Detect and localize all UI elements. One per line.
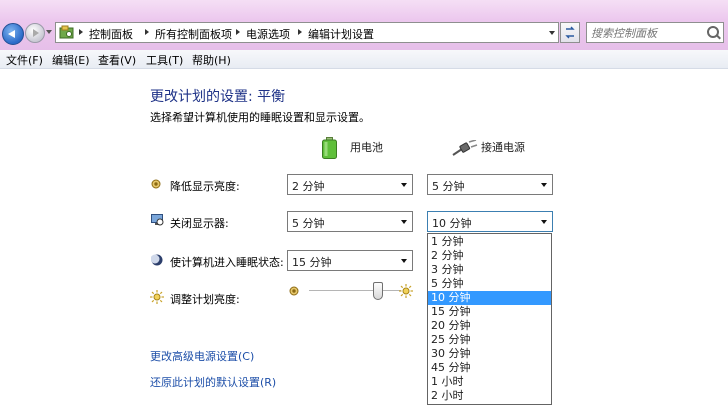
address-dropdown-icon[interactable] (549, 31, 555, 35)
menu-tools[interactable]: 工具(T) (146, 52, 183, 68)
refresh-icon (565, 26, 575, 39)
chevron-down-icon (541, 183, 547, 187)
search-icon[interactable] (707, 26, 719, 38)
moon-sleep-icon (151, 254, 163, 266)
dropdown-option-selected[interactable]: 10 分钟 (428, 291, 551, 305)
breadcrumb-edit-plan[interactable]: 编辑计划设置 (308, 26, 374, 42)
dropdown-option[interactable]: 2 分钟 (428, 249, 551, 263)
page-title: 更改计划的设置: 平衡 (150, 89, 286, 105)
turn-off-display-battery-select[interactable]: 5 分钟 (287, 211, 413, 232)
history-dropdown-icon[interactable] (46, 30, 52, 34)
turn-off-display-label: 关闭显示器: (170, 217, 229, 230)
dropdown-option[interactable]: 20 分钟 (428, 319, 551, 333)
power-plug-icon (452, 140, 478, 156)
menu-file[interactable]: 文件(F) (6, 52, 43, 68)
breadcrumb-separator-icon[interactable] (298, 29, 302, 35)
dim-brightness-icon (151, 179, 161, 189)
control-panel-icon (59, 25, 74, 39)
sleep-battery-select[interactable]: 15 分钟 (287, 250, 413, 271)
breadcrumb-separator-icon[interactable] (145, 29, 149, 35)
chevron-down-icon (401, 220, 407, 224)
chevron-down-icon (401, 183, 407, 187)
address-bar[interactable]: 控制面板 所有控制面板项 电源选项 编辑计划设置 (55, 22, 559, 43)
menu-help[interactable]: 帮助(H) (192, 52, 231, 68)
restore-defaults-link[interactable]: 还原此计划的默认设置(R) (150, 374, 276, 390)
menu-view[interactable]: 查看(V) (98, 52, 136, 68)
menu-edit[interactable]: 编辑(E) (52, 52, 90, 68)
advanced-power-settings-link[interactable]: 更改高级电源设置(C) (150, 348, 254, 364)
sleep-label: 使计算机进入睡眠状态: (170, 256, 284, 269)
monitor-clock-icon (151, 214, 164, 226)
dropdown-option[interactable]: 30 分钟 (428, 347, 551, 361)
high-brightness-icon (399, 284, 413, 298)
turn-off-display-plugged-select[interactable]: 10 分钟 (427, 211, 553, 232)
low-brightness-icon (289, 286, 299, 296)
chevron-down-icon (401, 259, 407, 263)
search-input[interactable] (589, 24, 703, 42)
dropdown-option[interactable]: 5 分钟 (428, 277, 551, 291)
sun-brightness-icon (150, 290, 164, 304)
turn-off-display-options-list: 1 分钟 2 分钟 3 分钟 5 分钟 10 分钟 15 分钟 20 分钟 25… (427, 233, 552, 405)
breadcrumb-all-items[interactable]: 所有控制面板项 (155, 26, 232, 42)
forward-button[interactable] (25, 23, 45, 43)
dim-display-plugged-select[interactable]: 5 分钟 (427, 174, 553, 195)
dropdown-option[interactable]: 15 分钟 (428, 305, 551, 319)
dropdown-option[interactable]: 3 分钟 (428, 263, 551, 277)
column-header-battery: 用电池 (350, 141, 383, 154)
dim-display-label: 降低显示亮度: (170, 180, 240, 193)
dropdown-option[interactable]: 45 分钟 (428, 361, 551, 375)
plan-brightness-label: 调整计划亮度: (170, 293, 240, 306)
search-box[interactable] (586, 22, 724, 43)
refresh-button[interactable] (560, 22, 580, 43)
dropdown-option[interactable]: 1 小时 (428, 375, 551, 389)
dropdown-option[interactable]: 2 小时 (428, 389, 551, 403)
column-header-plugged-in: 接通电源 (481, 141, 525, 154)
dim-display-battery-select[interactable]: 2 分钟 (287, 174, 413, 195)
page-description: 选择希望计算机使用的睡眠设置和显示设置。 (150, 111, 370, 124)
dropdown-option[interactable]: 1 分钟 (428, 235, 551, 249)
breadcrumb-separator-icon[interactable] (236, 29, 240, 35)
back-button[interactable] (2, 23, 24, 45)
breadcrumb-control-panel[interactable]: 控制面板 (89, 26, 133, 42)
menu-bar: 文件(F) 编辑(E) 查看(V) 工具(T) 帮助(H) (0, 50, 728, 69)
breadcrumb-separator-icon[interactable] (79, 29, 83, 35)
brightness-slider-thumb[interactable] (373, 282, 383, 300)
window-titlebar: 控制面板 所有控制面板项 电源选项 编辑计划设置 (0, 0, 728, 50)
chevron-down-icon (541, 220, 547, 224)
brightness-slider-track[interactable] (309, 290, 401, 291)
battery-icon (322, 137, 337, 159)
dropdown-option[interactable]: 25 分钟 (428, 333, 551, 347)
breadcrumb-power-options[interactable]: 电源选项 (246, 26, 290, 42)
